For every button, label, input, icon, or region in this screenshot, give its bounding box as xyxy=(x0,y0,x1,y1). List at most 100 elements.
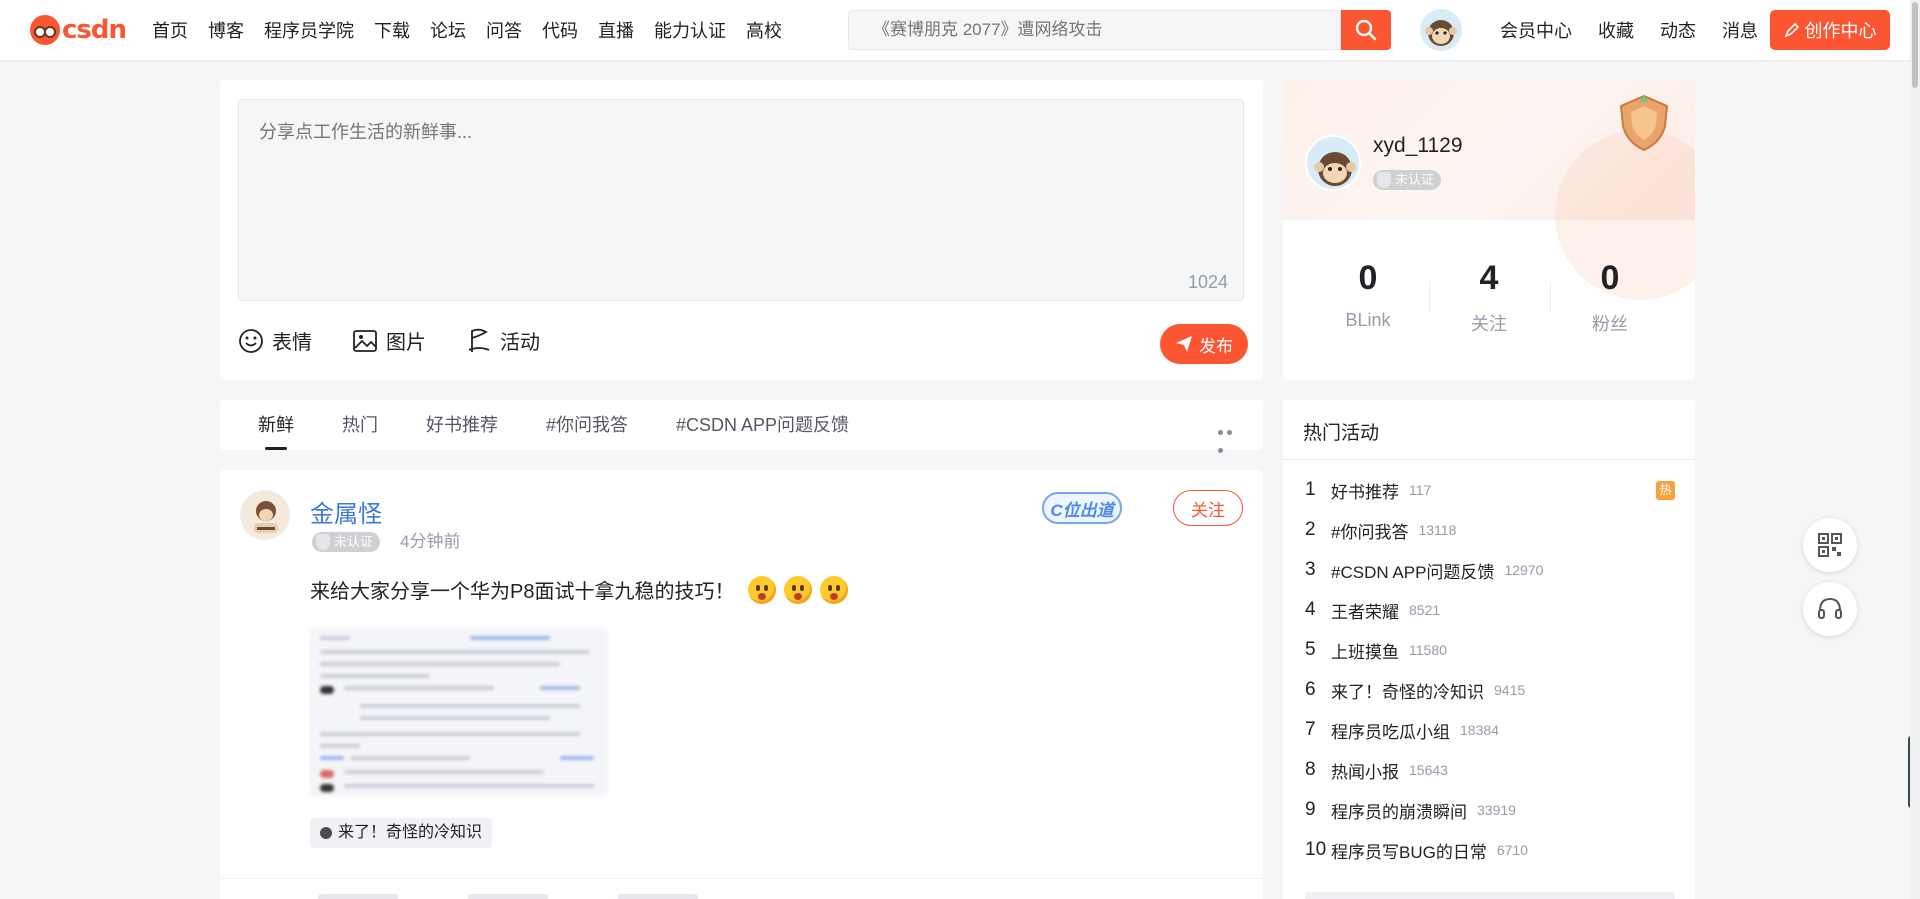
hot-topic-count: 117 xyxy=(1409,482,1432,498)
profile-cert-badge: 未认证 xyxy=(1373,170,1442,190)
search-button[interactable] xyxy=(1341,10,1391,50)
stat-following[interactable]: 4 关注 xyxy=(1428,258,1550,336)
hot-topic-count: 15643 xyxy=(1409,762,1448,778)
emoji-button[interactable]: 表情 xyxy=(238,326,312,355)
image-label: 图片 xyxy=(386,332,426,354)
activity-button[interactable]: 活动 xyxy=(466,326,540,355)
nav-item-university[interactable]: 高校 xyxy=(746,17,782,43)
hot-topic-count: 13118 xyxy=(1418,522,1457,538)
hot-topic-count: 6710 xyxy=(1496,842,1528,858)
hot-topic-item[interactable]: 6 来了！奇怪的冷知识 9415 xyxy=(1305,670,1675,710)
hot-topic-name: 程序员写BUG的日常 xyxy=(1331,842,1487,862)
create-center-button[interactable]: 创作中心 xyxy=(1770,10,1890,50)
post-author-name[interactable]: 金属怪 xyxy=(310,494,382,529)
stat-blink[interactable]: 0 BLink xyxy=(1308,258,1429,336)
post-topic-tag[interactable]: 来了！奇怪的冷知识 xyxy=(310,818,493,848)
hot-topic-item[interactable]: 4 王者荣耀 8521 xyxy=(1305,590,1675,630)
member-center-link[interactable]: 会员中心 xyxy=(1500,17,1572,43)
hot-topic-item[interactable]: 2 #你问我答 13118 xyxy=(1305,510,1675,550)
post-content: 来给大家分享一个华为P8面试十拿九稳的技巧！ xyxy=(310,575,849,604)
nav-item-qa[interactable]: 问答 xyxy=(486,17,522,43)
hot-topic-name: 程序员的崩溃瞬间 xyxy=(1331,802,1467,822)
nav-item-certification[interactable]: 能力认证 xyxy=(654,17,726,43)
tab-app-feedback[interactable]: #CSDN APP问题反馈 xyxy=(676,400,849,450)
follow-button[interactable]: 关注 xyxy=(1173,490,1243,526)
hot-topic-name: 程序员吃瓜小组 xyxy=(1331,722,1450,742)
logo-text: CSDN xyxy=(62,15,127,45)
tab-book-recommend[interactable]: 好书推荐 xyxy=(426,400,498,450)
stat-followers[interactable]: 0 粉丝 xyxy=(1549,258,1671,336)
post-textarea[interactable] xyxy=(238,99,1244,301)
image-button[interactable]: 图片 xyxy=(352,326,426,355)
hot-topic-item[interactable]: 3 #CSDN APP问题反馈 12970 xyxy=(1305,550,1675,590)
tab-hot[interactable]: 热门 xyxy=(342,400,378,450)
activity-link[interactable]: 动态 xyxy=(1660,17,1696,43)
csdn-logo[interactable]: CSDN xyxy=(30,14,132,46)
favorites-link[interactable]: 收藏 xyxy=(1598,17,1634,43)
stat-followers-label: 粉丝 xyxy=(1592,314,1628,334)
user-avatar[interactable] xyxy=(1420,9,1462,51)
page-scrollbar[interactable] xyxy=(1910,0,1920,899)
post-composer: 1024 表情 图片 活动 发布 xyxy=(220,80,1263,380)
send-icon xyxy=(1176,336,1192,352)
search-icon xyxy=(1355,19,1377,41)
monkey-logo-icon xyxy=(30,15,60,45)
messages-link[interactable]: 消息 xyxy=(1722,17,1758,43)
scrollbar-thumb[interactable] xyxy=(1912,2,1918,88)
nav-item-forum[interactable]: 论坛 xyxy=(430,17,466,43)
hot-topic-name: 王者荣耀 xyxy=(1331,602,1399,622)
hot-topic-item[interactable]: 1 好书推荐 117 热 xyxy=(1305,470,1675,510)
nav-item-home[interactable]: 首页 xyxy=(152,17,188,43)
hot-topic-item[interactable]: 5 上班摸鱼 11580 xyxy=(1305,630,1675,670)
qrcode-float-button[interactable] xyxy=(1803,518,1857,572)
shield-badge-icon xyxy=(1619,94,1669,152)
hot-badge: 热 xyxy=(1656,481,1675,500)
post-image[interactable] xyxy=(310,628,608,796)
stat-blink-count: 0 xyxy=(1358,259,1378,297)
smile-icon xyxy=(239,328,263,353)
hot-topic-name: 热闻小报 xyxy=(1331,762,1399,782)
like-action[interactable] xyxy=(468,894,548,899)
hot-more-placeholder xyxy=(1305,892,1675,899)
share-action[interactable] xyxy=(618,894,698,899)
hot-rank: 10 xyxy=(1305,839,1327,860)
hot-topic-item[interactable]: 8 热闻小报 15643 xyxy=(1305,750,1675,790)
activity-label: 活动 xyxy=(500,332,540,354)
profile-username[interactable]: xyd_1129 xyxy=(1373,134,1463,158)
image-icon xyxy=(353,329,377,352)
hot-topic-name: 好书推荐 xyxy=(1331,482,1399,502)
tab-new[interactable]: 新鲜 xyxy=(258,400,294,450)
publish-label: 发布 xyxy=(1199,336,1233,356)
nav-item-download[interactable]: 下载 xyxy=(374,17,410,43)
profile-card: xyd_1129 未认证 0 BLink 4 关注 0 粉丝 xyxy=(1283,80,1695,380)
follow-label: 关注 xyxy=(1191,500,1225,520)
search-input[interactable] xyxy=(849,11,1340,49)
post-cert-text: 未认证 xyxy=(334,534,374,549)
more-tabs-icon[interactable] xyxy=(1218,422,1244,453)
hot-rank: 1 xyxy=(1305,479,1316,500)
tab-ask-answer[interactable]: #你问我答 xyxy=(546,400,628,450)
comment-action[interactable] xyxy=(318,894,398,899)
hot-activities-title: 热门活动 xyxy=(1303,423,1380,444)
post-author-avatar[interactable] xyxy=(240,490,290,540)
search-box xyxy=(848,10,1341,50)
nav-item-academy[interactable]: 程序员学院 xyxy=(264,17,354,43)
profile-avatar[interactable] xyxy=(1305,135,1361,191)
hot-topic-count: 12970 xyxy=(1504,562,1544,578)
hot-topic-item[interactable]: 9 程序员的崩溃瞬间 33919 xyxy=(1305,790,1675,830)
customer-service-float-button[interactable] xyxy=(1803,582,1857,636)
post-cert-badge: 未认证 xyxy=(312,532,381,552)
nav-item-live[interactable]: 直播 xyxy=(598,17,634,43)
nav-item-code[interactable]: 代码 xyxy=(542,17,578,43)
hot-rank: 3 xyxy=(1305,559,1316,580)
stamp-text: C位出道 xyxy=(1050,500,1114,520)
shield-icon xyxy=(316,534,330,550)
hot-topic-count: 8521 xyxy=(1409,602,1441,618)
hot-topic-item[interactable]: 10 程序员写BUG的日常 6710 xyxy=(1305,830,1675,870)
nav-item-blog[interactable]: 博客 xyxy=(208,17,244,43)
hot-topic-item[interactable]: 7 程序员吃瓜小组 18384 xyxy=(1305,710,1675,750)
publish-button[interactable]: 发布 xyxy=(1160,324,1248,364)
hot-rank: 2 xyxy=(1305,519,1316,540)
hot-topic-list: 1 好书推荐 117 热 2 #你问我答 13118 3 #CSDN APP问题反馈 1297… xyxy=(1305,470,1675,870)
hot-topic-count: 33919 xyxy=(1477,802,1516,818)
